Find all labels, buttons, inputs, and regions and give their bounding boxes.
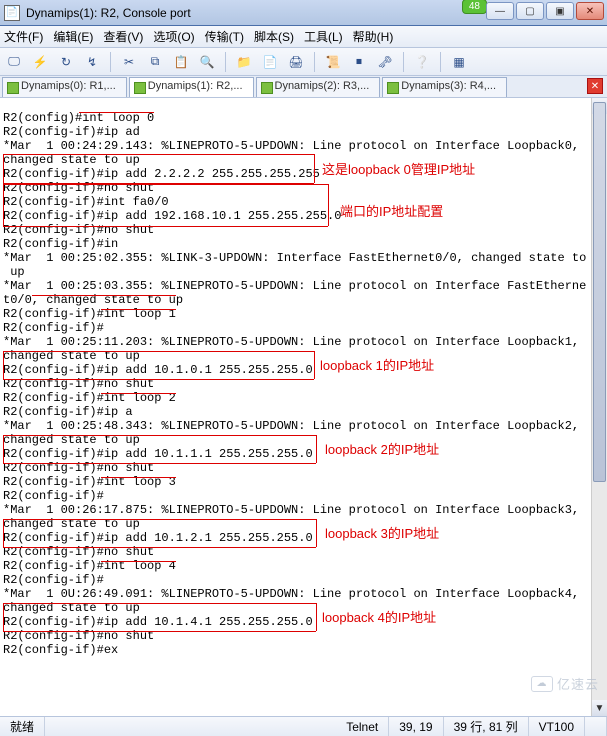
status-grip [585,717,607,736]
annotation-box [3,603,4,631]
new-session-icon[interactable]: 🖵 [4,52,24,72]
session-tab-label: Dynamips(0): R1,... [21,80,116,92]
toolbar-separator [225,52,226,72]
scroll-thumb[interactable] [593,102,606,482]
annotation-box [101,477,176,478]
session-tab-r3[interactable]: Dynamips(2): R3,... [256,77,381,97]
annotation-box [3,351,4,379]
annotation-label-fa0: 端口的IP地址配置 [340,201,443,220]
annotation-label-loopback4: loopback 4的IP地址 [322,607,436,626]
status-bar: 就绪 Telnet 39, 19 39 行, 81 列 VT100 [0,716,607,736]
annotation-box [316,603,317,631]
vertical-scrollbar[interactable]: ▲ ▼ [591,98,607,716]
session-tab-r1[interactable]: Dynamips(0): R1,... [2,77,127,97]
menu-options[interactable]: 选项(O) [153,28,194,45]
tile-icon[interactable]: ▦ [449,52,469,72]
session-tab-label: Dynamips(3): R4,... [401,80,496,92]
annotation-label-loopback1: loopback 1的IP地址 [320,355,434,374]
annotation-box [314,351,315,379]
annotation-box [3,519,4,547]
session-tab-r2[interactable]: Dynamips(1): R2,... [129,77,254,97]
annotation-box [3,184,328,185]
cut-icon[interactable]: ✂ [119,52,139,72]
annotation-box [3,631,316,632]
terminal-pane: R2(config)#int loop 0 R2(config-if)#ip a… [0,98,607,716]
tooltip-badge: 48 [462,0,487,14]
copy-icon[interactable]: ⧉ [145,52,165,72]
affinity-button[interactable]: ▣ [546,2,574,20]
annotation-label-loopback2: loopback 2的IP地址 [325,439,439,458]
stop-icon[interactable]: ⏹ [349,52,369,72]
annotation-box [3,463,316,464]
menu-file[interactable]: 文件(F) [4,28,43,45]
annotation-box [3,154,314,155]
toolbar: 🖵 ⚡ ↻ ↯ ✂ ⧉ 📋 🔍 📁 📄 🖨 📜 ⏹ 🗝 ❔ ▦ [0,48,607,76]
minimize-button[interactable]: — [486,2,514,20]
status-emulation: VT100 [529,717,585,736]
annotation-box [316,435,317,463]
help-icon[interactable]: ❔ [412,52,432,72]
annotation-box [3,226,328,227]
print-icon[interactable]: 🖨 [286,52,306,72]
annotation-box [79,112,154,113]
annotation-box [328,184,329,226]
annotation-box [32,295,176,296]
scroll-down-icon[interactable]: ▼ [592,700,607,716]
session-tab-r4[interactable]: Dynamips(3): R4,... [382,77,507,97]
maximize-button[interactable]: ▢ [516,2,544,20]
annotation-box [101,393,176,394]
annotation-box [101,561,176,562]
annotation-box [3,184,4,226]
status-state: 就绪 [0,717,45,736]
menu-edit[interactable]: 编辑(E) [53,28,93,45]
toolbar-separator [110,52,111,72]
disconnect-icon[interactable]: ↯ [82,52,102,72]
menu-transfer[interactable]: 传输(T) [205,28,244,45]
script-icon[interactable]: 📜 [323,52,343,72]
annotation-box [3,379,314,380]
window-title: Dynamips(1): R2, Console port [26,6,191,20]
status-cursor: 39, 19 [389,717,443,736]
quick-connect-icon[interactable]: ⚡ [30,52,50,72]
toolbar-separator [440,52,441,72]
paste-icon[interactable]: 📋 [171,52,191,72]
annotation-box [3,435,316,436]
session-tab-label: Dynamips(2): R3,... [275,80,370,92]
status-protocol: Telnet [336,717,389,736]
annotation-box [316,519,317,547]
annotation-box [101,309,176,310]
close-tab-button[interactable]: ✕ [587,78,603,94]
menu-view[interactable]: 查看(V) [103,28,143,45]
annotation-label-loopback3: loopback 3的IP地址 [325,523,439,542]
menu-bar: 文件(F) 编辑(E) 查看(V) 选项(O) 传输(T) 脚本(S) 工具(L… [0,26,607,48]
session-tab-label: Dynamips(1): R2,... [148,80,243,92]
window-controls: — ▢ ▣ ✕ [486,2,604,20]
annotation-box [3,547,316,548]
terminal-output[interactable]: R2(config)#int loop 0 R2(config-if)#ip a… [0,110,607,658]
session-tabs: Dynamips(0): R1,... Dynamips(1): R2,... … [0,76,607,98]
annotation-box [3,435,4,463]
toolbar-separator [314,52,315,72]
annotation-label-loopback0: 这是loopback 0管理IP地址 [322,159,475,178]
menu-help[interactable]: 帮助(H) [353,28,394,45]
folder-icon[interactable]: 📁 [234,52,254,72]
menu-script[interactable]: 脚本(S) [254,28,294,45]
annotation-box [3,603,316,604]
annotation-box [3,519,316,520]
menu-tools[interactable]: 工具(L) [304,28,343,45]
annotation-box [314,154,315,183]
annotation-box [3,351,314,352]
annotation-box [3,154,4,183]
status-viewport: 39 行, 81 列 [444,717,529,736]
reconnect-icon[interactable]: ↻ [56,52,76,72]
app-icon: 📄 [4,5,20,21]
find-icon[interactable]: 🔍 [197,52,217,72]
properties-icon[interactable]: 📄 [260,52,280,72]
toolbar-separator [403,52,404,72]
close-button[interactable]: ✕ [576,2,604,20]
window-titlebar: 📄 Dynamips(1): R2, Console port 48 — ▢ ▣… [0,0,607,26]
key-icon[interactable]: 🗝 [375,52,395,72]
